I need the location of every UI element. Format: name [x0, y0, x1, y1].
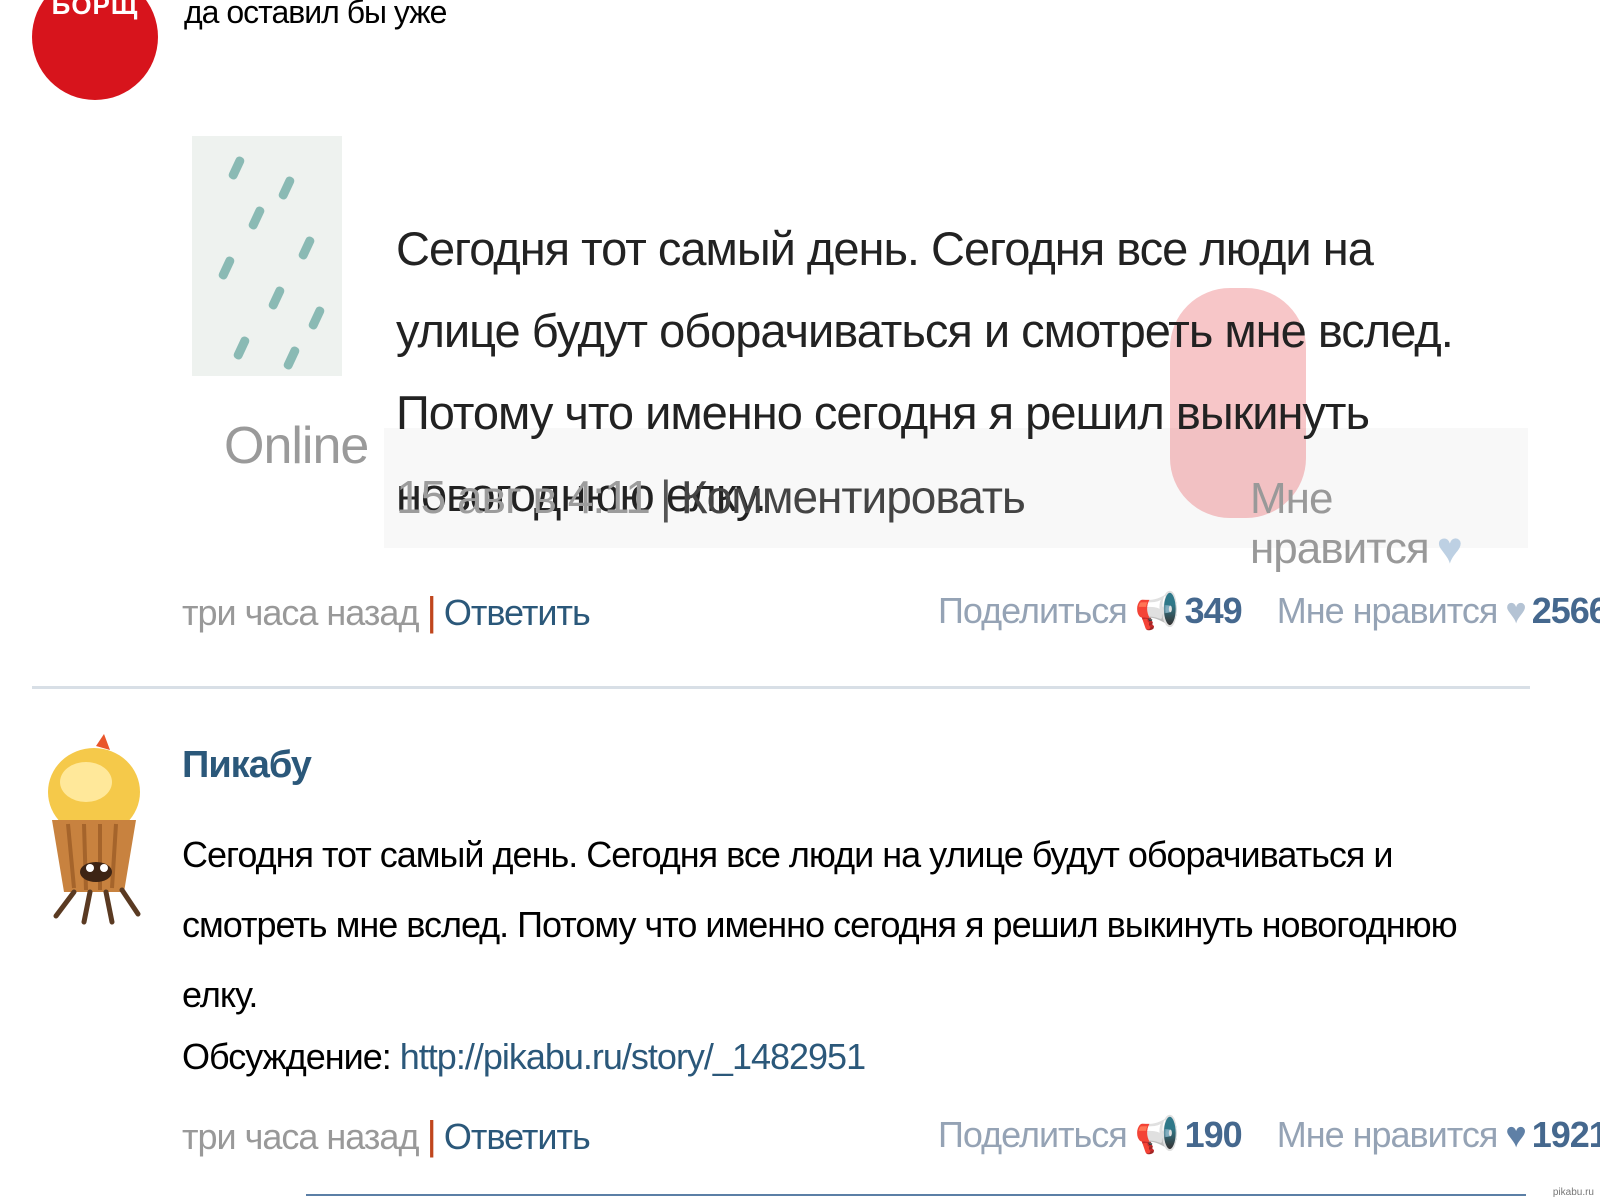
heart-icon: ♥: [1436, 524, 1463, 573]
post2-reply-button[interactable]: Ответить: [444, 1116, 591, 1157]
embed-like-label: Мне нравится: [1250, 474, 1430, 573]
heart-icon: ♥: [1505, 590, 1526, 631]
megaphone-icon: 📢: [1134, 1114, 1180, 1155]
post1-like-label: Мне нравится: [1276, 590, 1499, 631]
post2-separator: |: [426, 1114, 436, 1158]
post2-like-button[interactable]: Мне нравится ♥ 1921: [1277, 1114, 1600, 1155]
embedded-screenshot: Online Сегодня тот самый день. Сегодня в…: [184, 128, 1528, 573]
post2-discussion: Обсуждение: http://pikabu.ru/story/_1482…: [182, 1036, 866, 1078]
embed-like: Мне нравится ♥: [1250, 474, 1528, 574]
heart-icon: ♥: [1505, 1114, 1526, 1155]
embed-separator: |: [659, 471, 672, 523]
post-divider: [32, 686, 1530, 689]
bottom-border: [306, 1194, 1526, 1196]
pikabu-avatar[interactable]: [34, 732, 160, 932]
watermark: pikabu.ru: [1552, 1187, 1594, 1198]
post2-like-count: 1921: [1531, 1114, 1600, 1155]
post1-share-count: 349: [1184, 590, 1243, 631]
borsch-logo: БОРЩ: [51, 0, 139, 20]
embed-profile-photo: [192, 136, 342, 376]
embed-comment-link: Комментировать: [680, 471, 1026, 523]
megaphone-icon: 📢: [1134, 590, 1180, 631]
discussion-label: Обсуждение:: [182, 1036, 392, 1077]
post1-reply-button[interactable]: Ответить: [444, 592, 591, 633]
embed-meta: 15 авг в 4:11 | Комментировать: [396, 470, 1026, 524]
discussion-link[interactable]: http://pikabu.ru/story/_1482951: [400, 1036, 866, 1077]
post1-like-button[interactable]: Мне нравится ♥ 2566: [1277, 590, 1600, 631]
post2-author-link[interactable]: Пикабу: [182, 744, 312, 787]
embed-date: 15 авг в 4:11: [396, 471, 651, 523]
post1-text: да оставил бы уже: [184, 0, 447, 30]
post1-separator: |: [426, 590, 436, 634]
post1-share-label: Поделиться: [938, 590, 1128, 631]
post2-share-label: Поделиться: [938, 1114, 1128, 1155]
post1-like-count: 2566: [1531, 590, 1600, 631]
borsch-avatar[interactable]: БОРЩ: [32, 0, 158, 100]
post2-share-count: 190: [1184, 1114, 1243, 1155]
post1-footer: три часа назад | Ответить: [182, 590, 591, 635]
post2-stats: Поделиться 📢 190 Мне нравится ♥ 1921: [938, 1114, 1600, 1156]
post2-share-button[interactable]: Поделиться 📢 190: [938, 1114, 1243, 1155]
post2-footer: три часа назад | Ответить: [182, 1114, 591, 1159]
post1-time: три часа назад: [182, 592, 419, 633]
post2-text: Сегодня тот самый день. Сегодня все люди…: [182, 834, 1458, 1015]
post1-share-button[interactable]: Поделиться 📢 349: [938, 590, 1243, 631]
post2-time: три часа назад: [182, 1116, 419, 1157]
post2-like-label: Мне нравится: [1276, 1114, 1499, 1155]
cupcake-icon: [48, 734, 141, 925]
post1-stats: Поделиться 📢 349 Мне нравится ♥ 2566: [938, 590, 1600, 632]
online-status: Online: [224, 417, 369, 475]
